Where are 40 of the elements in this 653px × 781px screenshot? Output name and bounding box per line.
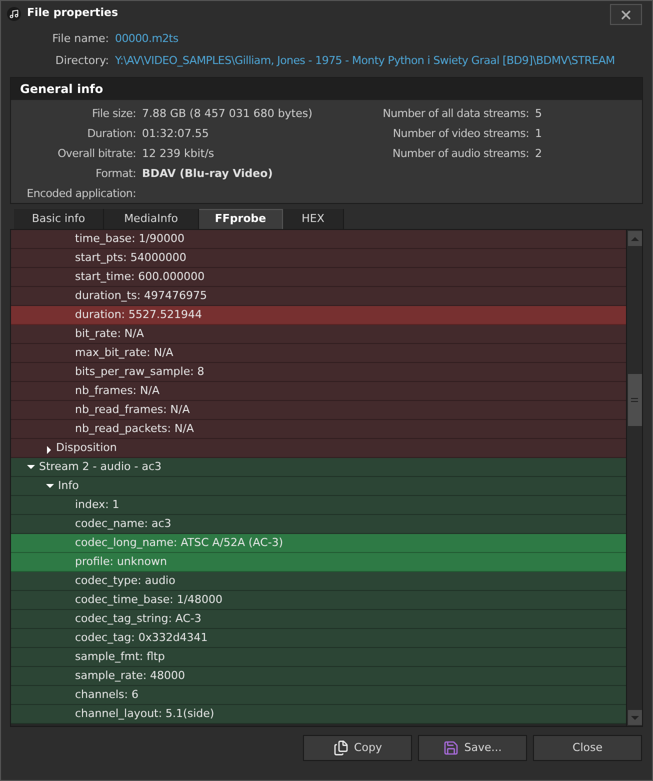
info-label: Number of audio streams: bbox=[391, 146, 529, 162]
info-value: 1 bbox=[535, 126, 542, 142]
info-label: Number of all data streams: bbox=[382, 106, 529, 122]
info-label: File size: bbox=[91, 106, 136, 122]
close-icon bbox=[619, 8, 633, 22]
collapsed-arrow-icon[interactable] bbox=[47, 446, 51, 454]
field-value: Y:\AV\VIDEO_SAMPLES\Gilliam, Jones - 1975 - Monty Python i Swiety Graal [BD9]\BDMV\STREAM bbox=[115, 52, 615, 69]
scroll-thumb[interactable] bbox=[628, 374, 642, 426]
info-value: 12 239 kbit/s bbox=[142, 146, 214, 162]
info-label: Overall bitrate: bbox=[56, 146, 136, 162]
expanded-arrow-icon[interactable] bbox=[27, 465, 35, 469]
copy-button[interactable]: Copy bbox=[303, 735, 412, 761]
info-label: Encoded application: bbox=[26, 186, 136, 202]
info-label: Number of video streams: bbox=[392, 126, 529, 142]
tab[interactable]: Basic info bbox=[14, 209, 104, 229]
panel-header: General info bbox=[11, 78, 642, 100]
tab[interactable]: MediaInfo bbox=[104, 209, 199, 229]
window-title: File properties bbox=[27, 5, 118, 22]
info-label: Format: bbox=[94, 166, 136, 182]
tree-row[interactable]: profile: unknown bbox=[11, 553, 626, 572]
music-note-icon bbox=[7, 6, 21, 20]
close-button[interactable]: Close bbox=[533, 735, 642, 761]
field-label: File name: bbox=[51, 30, 110, 47]
info-value: 7.88 GB (8 457 031 680 bytes) bbox=[142, 106, 312, 122]
scrollbar[interactable] bbox=[626, 230, 642, 726]
close-button[interactable] bbox=[610, 4, 642, 25]
documents-icon bbox=[333, 740, 350, 756]
info-value: BDAV (Blu-ray Video) bbox=[142, 166, 273, 182]
info-label: Duration: bbox=[86, 126, 136, 142]
field-value: 00000.m2ts bbox=[115, 30, 178, 47]
expanded-arrow-icon[interactable] bbox=[46, 484, 54, 488]
info-value: 5 bbox=[535, 106, 542, 122]
info-value: 01:32:07.55 bbox=[142, 126, 209, 142]
tree-row[interactable]: duration: 5527.521944 bbox=[11, 306, 626, 325]
tree-row[interactable]: codec_long_name: ATSC A/52A (AC-3) bbox=[11, 534, 626, 553]
field-label: Directory: bbox=[54, 52, 110, 69]
info-value: 2 bbox=[535, 146, 542, 162]
save-button[interactable]: Save... bbox=[418, 735, 527, 761]
tab[interactable]: FFprobe bbox=[199, 209, 283, 229]
tab[interactable]: HEX bbox=[283, 209, 344, 229]
